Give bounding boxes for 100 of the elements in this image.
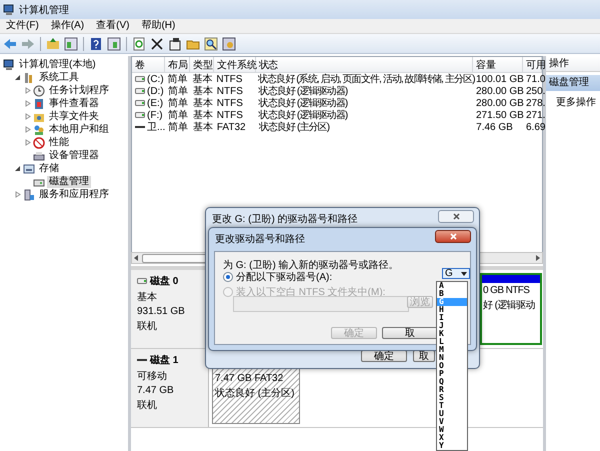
refresh-icon[interactable] [132,36,146,50]
dialog-button[interactable]: 确定 [361,350,407,362]
menu-item[interactable]: 操作(A) [50,20,84,32]
tree-item[interactable]: 事件查看器 [47,98,101,110]
menu-item[interactable]: 查看(V) [96,20,130,32]
collapsed-arrow-icon[interactable] [24,100,30,107]
expanded-arrow-icon[interactable] [14,74,20,81]
collapsed-arrow-icon[interactable] [24,126,30,133]
table-cell-text: 卫... [147,121,166,134]
list-option[interactable]: L [437,338,467,346]
disk-type: 基本 [137,290,158,304]
list-option[interactable]: U [437,410,467,418]
expanded-arrow-icon[interactable] [14,165,20,172]
folder-up-icon[interactable] [46,36,60,50]
tree-item[interactable]: 共享文件夹 [47,110,101,122]
table-cell-text: 简单 [168,72,188,86]
radio-label[interactable]: 分配以下驱动器号(A): [236,270,332,284]
collapsed-arrow-icon[interactable] [24,139,30,146]
tree-item[interactable]: 任务计划程序 [47,84,111,96]
list-option[interactable]: A [437,282,467,290]
gauge-icon [33,136,45,148]
list-option[interactable]: P [437,370,467,378]
list-option[interactable]: H [437,306,467,314]
table-cell: NTFS [216,98,243,108]
computer-icon [3,4,15,16]
dialog-button[interactable]: 取 [382,327,438,339]
column-header[interactable]: 卷 [132,57,165,72]
dialog-title: 更改驱动器号和路径 [215,232,305,246]
list-option[interactable]: V [437,418,467,426]
table-cell-text: 状态良好 (逻辑驱动器) [258,108,348,121]
list-option[interactable]: T [437,402,467,410]
scroll-left-icon[interactable] [134,255,138,261]
list-option[interactable]: N [437,354,467,362]
column-header[interactable]: 状态 [256,57,474,72]
table-cell: 71.0 [526,74,546,84]
actions-section[interactable]: 磁盘管理 [546,75,600,91]
tree-item[interactable]: 存储 [37,162,61,174]
list-option[interactable]: X [437,434,467,442]
magnifier-icon[interactable] [204,36,218,50]
table-cell-text: 简单 [168,120,188,134]
disk-settings-icon[interactable] [222,36,236,50]
tree-item[interactable]: 磁盘管理 [47,176,91,188]
dialog-button[interactable]: 取 [413,350,435,362]
close-button[interactable] [435,230,471,243]
table-cell: FAT32 [216,122,246,132]
list-option[interactable]: B [437,290,467,298]
list-option[interactable]: Y [437,442,467,450]
table-cell: 271.50 GB [476,110,524,120]
list-option[interactable]: S [437,394,467,402]
clock-icon [33,84,45,96]
column-header[interactable]: 类型 [190,57,214,72]
table-cell: 100.01 GB [476,74,524,84]
delete-icon[interactable] [150,36,164,50]
table-cell: 状态良好 (主分区) [258,120,330,134]
tools-icon [23,72,35,84]
tree-item[interactable]: 系统工具 [37,72,81,84]
collapsed-arrow-icon[interactable] [14,191,20,198]
drive-letter-dropdown[interactable]: G [442,268,470,279]
tree-item[interactable]: 设备管理器 [47,150,101,162]
disk-name: 磁盘 0 [150,274,178,288]
list-option[interactable]: J [437,322,467,330]
help-icon[interactable] [89,36,103,50]
back-arrow-icon[interactable] [3,36,17,50]
radio-button[interactable] [223,272,233,282]
users-icon [33,124,45,136]
actions-header: 操作 [546,56,600,72]
tree-item[interactable]: 性能 [47,136,71,148]
list-option[interactable]: Q [437,378,467,386]
computer-icon [3,58,15,70]
table-cell: (F:) [147,110,163,120]
partition-text: 0 GB NTFS [483,285,530,296]
column-header[interactable]: 布局 [164,57,190,72]
tree-item[interactable]: 服务和应用程序 [37,188,111,200]
list-option[interactable]: I [437,314,467,322]
panel-icon[interactable] [107,36,121,50]
properties-icon[interactable] [168,36,182,50]
tree-item[interactable]: 本地用户和组 [47,124,111,136]
close-button[interactable] [438,210,474,223]
table-cell-text: 简单 [168,96,188,110]
partition-text: 状态良好 (主分区) [215,386,296,400]
menu-item[interactable]: 帮助(H) [141,20,176,32]
scroll-right-icon[interactable] [536,255,540,261]
partition-block[interactable]: 0 GB NTFS 好 (逻辑驱动 [480,273,542,345]
list-option[interactable]: K [437,330,467,338]
column-header[interactable]: 容量 [473,57,524,72]
menu-item[interactable]: 文件(F) [6,20,39,32]
tree-item[interactable]: 计算机管理(本地) [17,58,98,70]
action-link[interactable]: 更多操作 [546,95,600,109]
collapsed-arrow-icon[interactable] [24,113,30,120]
list-option[interactable]: W [437,426,467,434]
collapsed-arrow-icon[interactable] [24,87,30,94]
panel-icon[interactable] [64,36,78,50]
table-cell: NTFS [216,86,243,96]
list-option[interactable]: R [437,386,467,394]
drive-icon [135,87,145,95]
list-option[interactable]: M [437,346,467,354]
list-option[interactable]: O [437,362,467,370]
column-header[interactable]: 文件系统 [214,57,256,72]
column-header[interactable]: 可用 [523,57,542,72]
partition-text: 7.47 GB FAT32 [215,373,284,384]
